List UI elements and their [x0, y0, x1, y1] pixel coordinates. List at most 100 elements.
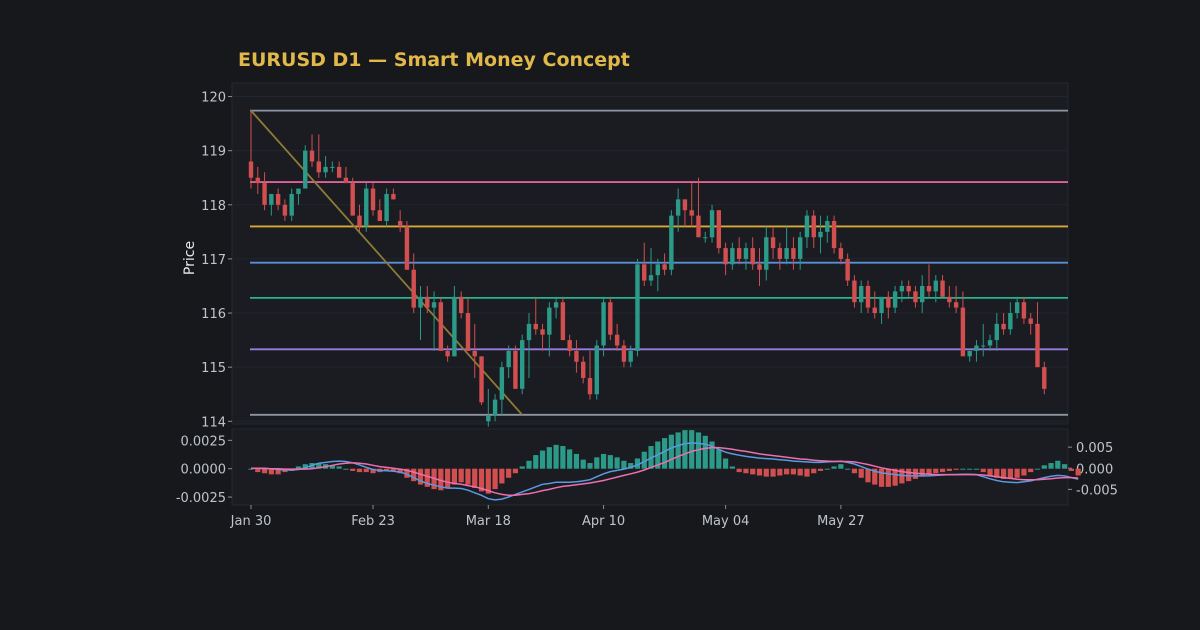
- macd-histogram-bar: [743, 468, 749, 474]
- candle-body: [553, 302, 559, 308]
- candle-body: [343, 177, 349, 184]
- candle-body: [431, 302, 437, 308]
- candle-body: [797, 237, 803, 259]
- candle-body: [940, 280, 945, 297]
- candle-body: [682, 199, 688, 211]
- candle-body: [811, 215, 816, 238]
- candle-body: [750, 248, 755, 265]
- candle-body: [255, 177, 260, 184]
- macd-histogram-bar: [363, 468, 369, 473]
- macd-histogram-bar: [790, 468, 796, 475]
- macd-histogram-bar: [784, 468, 790, 475]
- macd-histogram-bar: [838, 464, 844, 469]
- macd-histogram-bar: [546, 447, 552, 469]
- macd-histogram-bar: [1007, 468, 1013, 479]
- x-tick-label: Mar 18: [466, 514, 511, 529]
- macd-histogram-bar: [512, 468, 519, 474]
- macd-histogram-bar: [878, 468, 885, 487]
- candle-body: [859, 285, 864, 303]
- candle-body: [1021, 302, 1027, 319]
- macd-histogram-bar: [939, 468, 946, 473]
- macd-histogram-bar: [933, 468, 939, 474]
- candle-body: [926, 285, 932, 292]
- candle-body: [655, 264, 660, 276]
- macd-histogram-bar: [533, 455, 539, 469]
- macd-histogram-bar: [506, 468, 512, 478]
- candle-body: [852, 280, 857, 303]
- macd-histogram-bar: [1068, 468, 1074, 471]
- macd-histogram-bar: [1034, 468, 1041, 470]
- price-tick-label: 120: [201, 91, 226, 106]
- macd-histogram-bar: [756, 468, 763, 476]
- candle-body: [296, 188, 301, 194]
- macd-histogram-bar: [526, 460, 532, 469]
- candle-body: [804, 215, 810, 238]
- candle-body: [438, 302, 444, 351]
- candle-body: [886, 296, 891, 308]
- macd-histogram-bar: [973, 468, 980, 470]
- candle-body: [506, 350, 511, 368]
- macd-histogram-bar: [1028, 468, 1034, 473]
- x-tick-label: Apr 10: [582, 514, 625, 529]
- macd-histogram-bar: [980, 468, 986, 473]
- candle-body: [1035, 323, 1040, 368]
- candle-body: [933, 280, 938, 292]
- candle-body: [892, 291, 898, 308]
- macd-histogram-bar: [499, 468, 505, 484]
- macd-histogram-bar: [336, 466, 342, 469]
- candle-body: [513, 350, 518, 389]
- candle-body: [248, 161, 254, 178]
- candle-body: [1028, 318, 1033, 324]
- candle-body: [574, 350, 579, 362]
- candle-body: [560, 302, 566, 341]
- y-axis-label: Price: [182, 241, 198, 275]
- candle-body: [743, 248, 749, 259]
- candle-body: [377, 210, 383, 222]
- candle-body: [621, 345, 627, 362]
- candle-body: [825, 221, 830, 232]
- candle-body: [350, 183, 355, 216]
- candle-body: [520, 340, 525, 389]
- x-tick-label: Feb 23: [351, 514, 395, 529]
- macd-histogram-bar: [675, 432, 681, 469]
- candle-body: [269, 193, 274, 205]
- candle-body: [757, 264, 762, 270]
- candle-body: [309, 150, 315, 162]
- macd-histogram-bar: [682, 430, 688, 469]
- candle-body: [696, 215, 701, 238]
- candle-body: [533, 323, 538, 330]
- macd-histogram-bar: [729, 466, 735, 469]
- macd-histogram-bar: [600, 453, 607, 469]
- candle-body: [479, 356, 484, 403]
- candle-body: [357, 215, 362, 227]
- macd-histogram-bar: [343, 468, 349, 470]
- macd-histogram-bar: [255, 468, 261, 473]
- macd-histogram-bar: [519, 466, 525, 469]
- candle-body: [703, 237, 708, 239]
- macd-histogram-bar: [445, 468, 451, 488]
- candle-body: [736, 248, 742, 259]
- candle-body: [303, 150, 308, 189]
- candle-body: [472, 350, 477, 357]
- macd-histogram-bar: [960, 468, 966, 470]
- macd-right-tick-label: 0.005: [1076, 441, 1113, 456]
- candle-body: [1042, 367, 1047, 389]
- macd-histogram-bar: [723, 458, 729, 469]
- candle-body: [526, 323, 532, 341]
- candle-body: [614, 334, 620, 346]
- candle-body: [628, 350, 633, 362]
- macd-histogram-bar: [1075, 468, 1081, 476]
- macd-histogram-bar: [716, 449, 722, 469]
- candle-body: [262, 183, 267, 205]
- macd-histogram-bar: [580, 459, 586, 469]
- candle-body: [540, 329, 545, 335]
- macd-histogram-bar: [458, 468, 464, 483]
- macd-histogram-bar: [831, 466, 837, 469]
- macd-histogram-bar: [350, 468, 356, 471]
- macd-histogram-bar: [621, 460, 627, 469]
- price-tick-label: 115: [201, 361, 226, 376]
- macd-histogram-bar: [845, 468, 851, 470]
- macd-histogram-bar: [1041, 465, 1047, 469]
- macd-histogram-bar: [750, 468, 756, 475]
- candle-body: [465, 313, 471, 351]
